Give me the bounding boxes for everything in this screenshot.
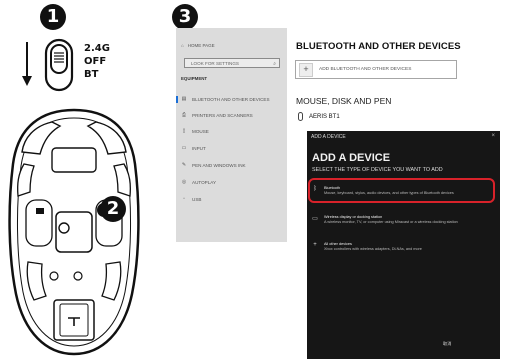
pen-icon: ✎ [181,162,187,168]
add-bluetooth-device-button[interactable]: + ADD BLUETOOTH AND OTHER DEVICES [295,60,457,79]
option-wireless-display[interactable]: ▭ Wireless display or docking station A … [311,215,496,225]
search-icon: ⌕ [273,61,276,67]
active-item-indicator [176,96,178,103]
search-input[interactable]: LOOK FOR SETTINGS ⌕ [184,58,280,68]
step-3-marker: 3 [172,4,198,30]
highlight-box [308,178,495,203]
mouse-icon [298,112,303,121]
sidebar-item-input[interactable]: ▭ INPUT [181,145,206,151]
dialog-heading: ADD A DEVICE [312,152,391,164]
mouse-underside-illustration [8,108,140,356]
autoplay-icon: ◎ [181,179,187,185]
mouse-icon: ▯ [182,128,186,134]
slider-switch-icon [44,38,74,92]
page-title: BLUETOOTH AND OTHER DEVICES [296,41,461,52]
sidebar-item-usb[interactable]: ▫ USB [181,196,201,202]
step-2-marker: 2 [100,196,126,222]
sidebar-item-pen[interactable]: ✎ PEN AND WINDOWS INK [181,162,246,168]
monitor-icon: ▭ [312,216,318,222]
section-heading: MOUSE, DISK AND PEN [296,96,392,106]
dialog-subheading: SELECT THE TYPE OF DEVICE YOU WANT TO AD… [312,167,443,173]
mode-switch-illustration [22,38,74,92]
sidebar-item-bluetooth[interactable]: ▤ BLUETOOTH AND OTHER DEVICES [181,96,270,102]
add-device-dialog: ADD A DEVICE × ADD A DEVICE SELECT THE T… [307,131,500,359]
usb-icon: ▫ [183,196,185,202]
settings-sidebar: ⌂ HOME PAGE LOOK FOR SETTINGS ⌕ EQUIPMEN… [176,28,287,242]
plus-icon: + [299,62,313,77]
option-desc: A wireless monitor, TV, or computer usin… [324,219,458,224]
cancel-button[interactable]: 取消 [443,341,451,347]
mode-label-off: OFF [84,56,107,67]
sidebar-home[interactable]: ⌂ HOME PAGE [181,43,215,48]
printer-icon: ⎙ [181,112,186,118]
option-desc: Xbox controllers with wireless adapters,… [324,246,422,251]
option-other-devices[interactable]: + All other devices Xbox controllers wit… [311,242,496,252]
mode-label-2-4g: 2.4G [84,43,110,54]
sidebar-category-equipment: EQUIPMENT [181,76,208,81]
paired-device-item[interactable]: AERIS BT1 [298,112,340,121]
dialog-window-title: ADD A DEVICE [311,134,346,140]
down-arrow-icon [22,42,32,86]
close-icon[interactable]: × [491,133,495,139]
home-icon: ⌂ [181,43,184,48]
switch-mode-labels: 2.4G OFF BT [84,42,110,81]
mode-label-bt: BT [84,69,99,80]
keyboard-icon: ▭ [181,145,187,151]
sidebar-item-printers[interactable]: ⎙ PRINTERS AND SCANNERS [181,112,253,118]
bluetooth-devices-icon: ▤ [181,96,187,102]
sidebar-item-mouse[interactable]: ▯ MOUSE [181,128,209,134]
sidebar-item-autoplay[interactable]: ◎ AUTOPLAY [181,179,216,185]
plus-icon: + [313,242,317,248]
step-1-marker: 1 [40,4,66,30]
